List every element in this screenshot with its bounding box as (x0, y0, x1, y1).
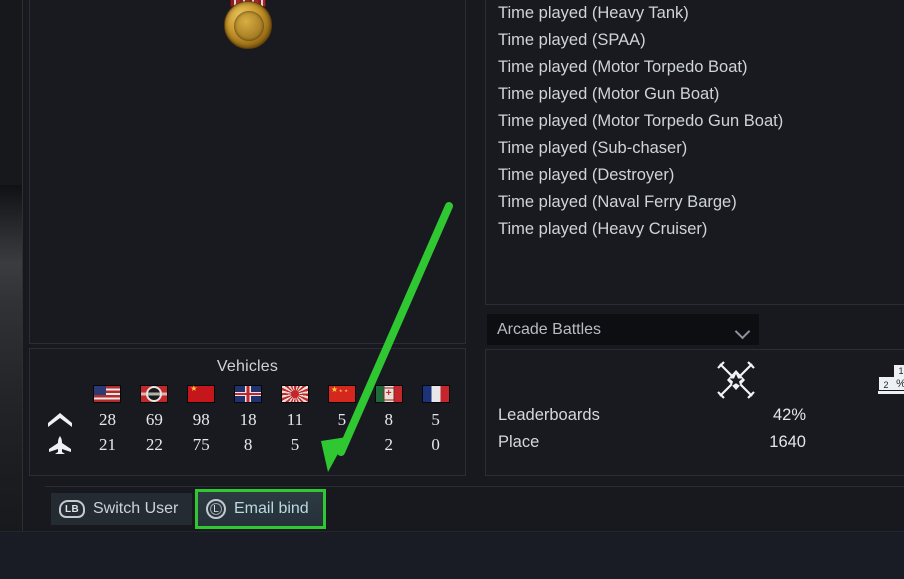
flag-japan-icon (280, 385, 309, 403)
stat-row[interactable]: Time played (SPAA) (498, 27, 904, 54)
air-count-italy: 2 (384, 435, 393, 454)
leaderboard-panel: 1 % 2 3 Leaderboards 42% 62% Place 1640 … (485, 349, 904, 476)
footer-bar: LB Switch User L Email bind (45, 486, 904, 531)
vehicle-column-britain: 18 8 (225, 385, 272, 457)
gold-medal-icon[interactable] (221, 0, 275, 59)
ground-count-japan: 11 (286, 410, 304, 429)
vehicles-panel: Vehicles 28 21 69 22 ★ 98 75 18 8 11 5 ★… (29, 348, 466, 476)
game-mode-dropdown-label: Arcade Battles (497, 320, 602, 338)
leaderboard-row-value-battles: 1640 (769, 433, 806, 451)
stat-row[interactable]: Time played (Heavy Tank) (498, 0, 904, 27)
vehicles-title: Vehicles (216, 358, 279, 375)
leaderboard-row-value-battles: 42% (772, 406, 806, 424)
flag-britain-icon (234, 385, 263, 403)
ground-count-usa: 28 (98, 410, 116, 429)
podium-percent-icon: 1 % 2 3 (871, 360, 904, 400)
table-row: Place 1640 1640 (486, 429, 904, 456)
vehicle-column-germany: 69 22 (131, 385, 178, 457)
vehicle-column-italy: 8 2 (365, 385, 412, 457)
vehicle-column-japan: 11 5 (272, 385, 319, 457)
stat-row[interactable]: Time played (Sub-chaser) (498, 135, 904, 162)
leaderboard-row-value-place: 1640 (826, 429, 904, 456)
stat-row[interactable]: Time played (Motor Gun Boat) (498, 81, 904, 108)
leaderboard-header-row: 1 % 2 3 (486, 356, 904, 400)
ground-count-germany: 69 (145, 410, 163, 429)
gamepad-l-stick-icon: L (206, 499, 226, 519)
svg-text:1: 1 (898, 366, 903, 376)
email-bind-button[interactable]: L Email bind (195, 489, 326, 529)
flag-france-icon (421, 385, 450, 403)
leaderboard-row-label: Place (498, 433, 540, 451)
profile-statistics-screen: Vehicles 28 21 69 22 ★ 98 75 18 8 11 5 ★… (22, 0, 904, 531)
ground-count-france: 5 (431, 410, 440, 429)
leaderboard-row-label: Leaderboards (498, 406, 600, 424)
vehicle-column-ussr: 98 75 (178, 384, 225, 457)
switch-user-button[interactable]: LB Switch User (51, 493, 193, 525)
air-count-usa: 21 (98, 435, 116, 454)
ground-count-italy: 8 (384, 410, 393, 429)
stat-row[interactable]: Time played (Destroyer) (498, 162, 904, 189)
svg-text:2: 2 (883, 380, 888, 390)
email-bind-label: Email bind (234, 500, 309, 517)
vehicles-row-labels (36, 385, 84, 457)
statistics-list-panel[interactable]: Time played (Helicopter) Time played (Ta… (485, 0, 904, 305)
chevron-down-icon (737, 326, 751, 334)
air-count-japan: 5 (290, 435, 300, 454)
leaderboard-row-value-place: 62% (826, 402, 904, 429)
flag-germany-icon (140, 385, 169, 403)
left-edge-gradient-strip (0, 185, 22, 579)
ground-count-china: 5 (337, 410, 347, 429)
ground-vehicle-icon (36, 407, 84, 432)
stat-row[interactable]: Time played (Heavy Cruiser) (498, 216, 904, 243)
awards-panel (29, 0, 466, 344)
vehicle-column-usa: 28 21 (84, 385, 131, 457)
statistics-list: Time played (Helicopter) Time played (Ta… (486, 0, 904, 243)
ground-count-britain: 18 (239, 410, 257, 429)
air-count-ussr: 75 (192, 435, 210, 454)
window-bottom-bar (0, 531, 904, 579)
air-count-britain: 8 (243, 435, 253, 454)
air-count-france: 0 (431, 435, 440, 454)
svg-text:%: % (896, 378, 904, 390)
medal-disc (223, 1, 272, 49)
flag-italy-icon (374, 385, 403, 403)
flag-china-icon (327, 385, 356, 403)
flag-usa-icon (93, 385, 122, 403)
crossed-swords-icon (706, 360, 766, 400)
vehicle-column-china: 5 0 (318, 385, 365, 457)
left-edge-top-fill (0, 0, 22, 185)
stat-row[interactable]: Time played (Naval Ferry Barge) (498, 189, 904, 216)
vehicle-column-france: 5 0 (412, 385, 459, 457)
aircraft-icon (36, 432, 84, 457)
vehicles-grid: 28 21 69 22 98 75 18 8 11 5 (30, 384, 465, 457)
stat-row[interactable]: Time played (Motor Torpedo Boat) (498, 54, 904, 81)
game-mode-dropdown[interactable]: Arcade Battles (487, 314, 759, 345)
gamepad-lb-icon: LB (59, 500, 85, 518)
ground-count-ussr: 98 (192, 410, 210, 429)
air-count-china: 0 (337, 435, 347, 454)
table-row: Leaderboards 42% 62% (486, 402, 904, 429)
stat-row[interactable]: Time played (Motor Torpedo Gun Boat) (498, 108, 904, 135)
air-count-germany: 22 (145, 435, 163, 454)
switch-user-label: Switch User (93, 500, 179, 517)
flag-ussr-icon (187, 384, 216, 403)
